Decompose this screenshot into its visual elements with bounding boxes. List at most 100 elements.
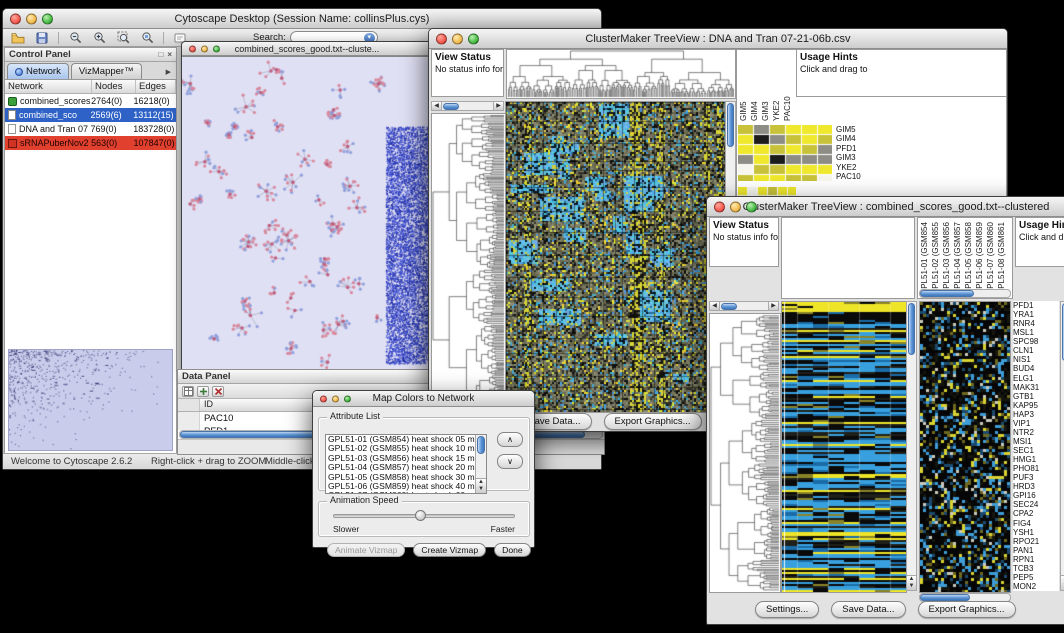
column-label[interactable]: GPL51-07 (GSM860 <box>986 221 997 295</box>
gene-label[interactable]: GPI16 <box>1013 491 1059 500</box>
zoom-fit-icon[interactable] <box>112 30 134 45</box>
scroll-down-icon[interactable]: ▼ <box>907 583 916 590</box>
gene-label[interactable]: HMG1 <box>1013 455 1059 464</box>
heatmap-vscrollbar[interactable]: ▲ ▼ <box>906 301 917 591</box>
gene-label[interactable]: CPA2 <box>1013 509 1059 518</box>
done-button[interactable]: Done <box>494 543 531 557</box>
gene-label[interactable]: PFD1 <box>1013 301 1059 310</box>
gene-label[interactable]: PAC10 <box>836 172 878 181</box>
gene-label[interactable]: SEC24 <box>1013 500 1059 509</box>
hscroll-thumb[interactable] <box>920 594 970 601</box>
scroll-left-icon[interactable]: ◀ <box>710 302 720 310</box>
gene-label[interactable]: MSL1 <box>1013 328 1059 337</box>
gene-label[interactable]: PFD1 <box>836 144 878 153</box>
tab-overflow-icon[interactable]: ▶ <box>166 68 174 79</box>
vscroll-thumb[interactable] <box>727 103 734 147</box>
gene-label[interactable]: GIM3 <box>836 153 878 162</box>
tab-vizmapper[interactable]: VizMapper™ <box>71 63 142 79</box>
gene-label[interactable]: GIM4 <box>836 134 878 143</box>
minimize-button[interactable] <box>452 33 463 44</box>
move-up-button[interactable]: ∧ <box>497 432 523 447</box>
gene-label[interactable]: PHO81 <box>1013 464 1059 473</box>
close-panel-icon[interactable]: × <box>167 50 172 59</box>
col-edges[interactable]: Edges <box>136 80 176 93</box>
column-dendrogram-canvas[interactable] <box>506 49 736 99</box>
global-heatmap-canvas[interactable] <box>505 101 726 413</box>
col-nodes[interactable]: Nodes <box>92 80 136 93</box>
network-list-item[interactable]: combined_scores2764(0)16218(0) <box>5 94 176 108</box>
zoom-button[interactable] <box>213 45 220 52</box>
gene-label[interactable]: TCB3 <box>1013 564 1059 573</box>
animate-vizmap-button[interactable]: Animate Vizmap <box>327 543 405 557</box>
column-label[interactable]: GPL51-03 (GSM856 <box>942 221 953 295</box>
close-button[interactable] <box>714 201 725 212</box>
zoom-in-icon[interactable] <box>88 30 110 45</box>
zoom-button[interactable] <box>468 33 479 44</box>
list-vscrollbar[interactable]: ▲ ▼ <box>475 435 486 493</box>
vscroll-thumb[interactable] <box>908 303 915 355</box>
close-button[interactable] <box>10 13 21 24</box>
close-button[interactable] <box>320 395 327 402</box>
zoom-heatmap-canvas[interactable] <box>919 301 1011 593</box>
gene-label[interactable]: HAP3 <box>1013 410 1059 419</box>
gene-label[interactable]: YRA1 <box>1013 310 1059 319</box>
column-label[interactable]: YKE2 <box>772 51 783 121</box>
gene-label[interactable]: FIG4 <box>1013 519 1059 528</box>
gene-label[interactable]: NTR2 <box>1013 428 1059 437</box>
gene-label[interactable]: KAP95 <box>1013 401 1059 410</box>
close-button[interactable] <box>189 45 196 52</box>
column-label[interactable]: GPL51-01 (GSM854 <box>920 221 931 295</box>
zoom-heatmap-canvas[interactable] <box>738 125 832 181</box>
column-label[interactable]: GIM4 <box>750 51 761 121</box>
minimize-button[interactable] <box>730 201 741 212</box>
attribute-option[interactable]: GPL51-07 (GSM860) heat shock 60 min <box>326 491 475 493</box>
gene-label[interactable]: RNR4 <box>1013 319 1059 328</box>
network-list-item[interactable]: combined_sco2569(6)13112(15) <box>5 108 176 122</box>
treeview1-titlebar[interactable]: ClusterMaker TreeView : DNA and Tran 07-… <box>429 29 1007 49</box>
gene-label[interactable]: RPN1 <box>1013 555 1059 564</box>
main-titlebar[interactable]: Cytoscape Desktop (Session Name: collins… <box>3 9 601 29</box>
network-view-titlebar[interactable]: combined_scores_good.txt--cluste... <box>182 42 432 56</box>
tab-network[interactable]: Network <box>7 63 69 79</box>
speed-slider-thumb[interactable] <box>415 510 426 521</box>
tree-hscrollbar[interactable]: ◀ ▶ <box>431 101 504 111</box>
gene-label[interactable]: SEC1 <box>1013 446 1059 455</box>
row-dendrogram-canvas[interactable] <box>709 313 781 593</box>
zoom-out-icon[interactable] <box>64 30 86 45</box>
gene-label[interactable]: VIP1 <box>1013 419 1059 428</box>
gene-label[interactable]: BUD4 <box>1013 364 1059 373</box>
hscroll-thumb[interactable] <box>920 290 974 297</box>
create-vizmap-button[interactable]: Create Vizmap <box>413 543 486 557</box>
export-graphics-button[interactable]: Export Graphics... <box>604 413 702 430</box>
delete-attribute-icon[interactable] <box>212 386 224 397</box>
column-label[interactable]: GPL51-04 (GSM857 <box>953 221 964 295</box>
vscroll-thumb[interactable] <box>477 436 485 454</box>
scroll-up-icon[interactable]: ▲ <box>907 576 916 583</box>
hscroll-thumb[interactable] <box>443 103 459 110</box>
gene-label[interactable]: PEP5 <box>1013 573 1059 582</box>
move-down-button[interactable]: ∨ <box>497 454 523 469</box>
scroll-right-icon[interactable]: ▶ <box>768 302 778 310</box>
select-attributes-icon[interactable] <box>182 386 194 397</box>
zoom-button[interactable] <box>42 13 53 24</box>
export-graphics-button[interactable]: Export Graphics... <box>918 601 1016 618</box>
minimize-button[interactable] <box>201 45 208 52</box>
tree-hscrollbar[interactable]: ◀ ▶ <box>709 301 779 311</box>
column-label[interactable]: GIM3 <box>761 51 772 121</box>
col-network[interactable]: Network <box>5 80 92 93</box>
gene-label[interactable]: GTB1 <box>1013 392 1059 401</box>
zoom-selected-icon[interactable] <box>136 30 158 45</box>
column-label[interactable]: GPL51-08 (GSM861 <box>997 221 1008 295</box>
gene-label[interactable]: SPC98 <box>1013 337 1059 346</box>
minimize-button[interactable] <box>332 395 339 402</box>
close-button[interactable] <box>436 33 447 44</box>
scroll-left-icon[interactable]: ◀ <box>432 102 442 110</box>
scroll-down-icon[interactable]: ▼ <box>476 486 486 493</box>
gene-label[interactable]: NIS1 <box>1013 355 1059 364</box>
column-label[interactable]: GPL51-05 (GSM858 <box>964 221 975 295</box>
gene-label[interactable]: HRD3 <box>1013 482 1059 491</box>
gene-label[interactable]: GIM5 <box>836 125 878 134</box>
create-attribute-icon[interactable] <box>197 386 209 397</box>
open-folder-icon[interactable] <box>7 30 29 45</box>
network-graph-canvas[interactable] <box>182 56 432 373</box>
